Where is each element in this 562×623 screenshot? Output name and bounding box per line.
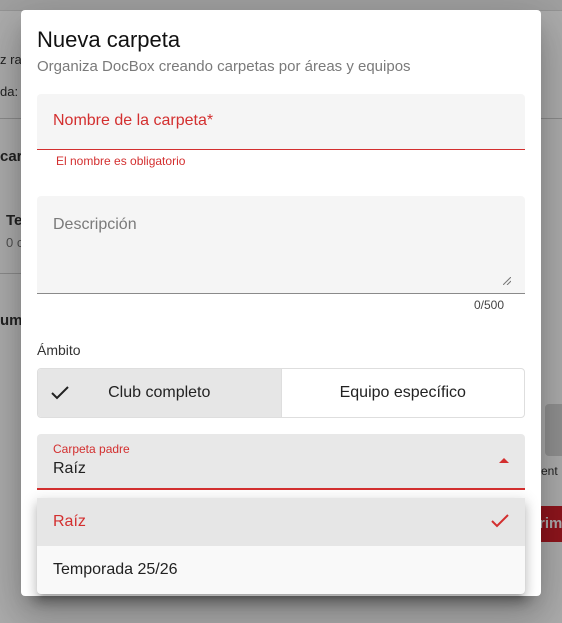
scope-option-label: Equipo específico [339, 384, 466, 401]
scope-label: Ámbito [37, 342, 81, 358]
folder-name-error: El nombre es obligatorio [56, 154, 186, 168]
parent-folder-label: Carpeta padre [53, 442, 130, 456]
parent-option-season[interactable]: Temporada 25/26 [37, 546, 525, 594]
scope-option-club[interactable]: Club completo [38, 369, 282, 417]
parent-folder-select[interactable]: Carpeta padre Raíz [37, 434, 525, 490]
dialog-title: Nueva carpeta [37, 27, 181, 52]
parent-folder-dropdown: Raíz Temporada 25/26 [37, 498, 525, 594]
scope-option-team[interactable]: Equipo específico [282, 369, 525, 417]
description-textarea[interactable]: Descripción [37, 196, 525, 294]
parent-option-root[interactable]: Raíz [37, 498, 525, 546]
description-counter: 0/500 [474, 298, 505, 312]
scope-toggle-group: Club completo Equipo específico [37, 368, 525, 418]
folder-name-input[interactable]: Nombre de la carpeta* [37, 94, 525, 150]
parent-option-label: Temporada 25/26 [53, 561, 178, 578]
check-icon [51, 386, 69, 400]
parent-folder-value: Raíz [53, 460, 86, 477]
description-placeholder: Descripción [53, 216, 137, 233]
folder-name-placeholder: Nombre de la carpeta* [53, 112, 214, 129]
resize-handle-icon[interactable] [503, 277, 511, 285]
parent-option-label: Raíz [53, 513, 86, 530]
dropdown-arrow-up-icon [499, 458, 509, 463]
scope-option-label: Club completo [108, 384, 211, 401]
check-icon [491, 514, 509, 528]
dialog-subtitle: Organiza DocBox creando carpetas por áre… [37, 58, 411, 75]
